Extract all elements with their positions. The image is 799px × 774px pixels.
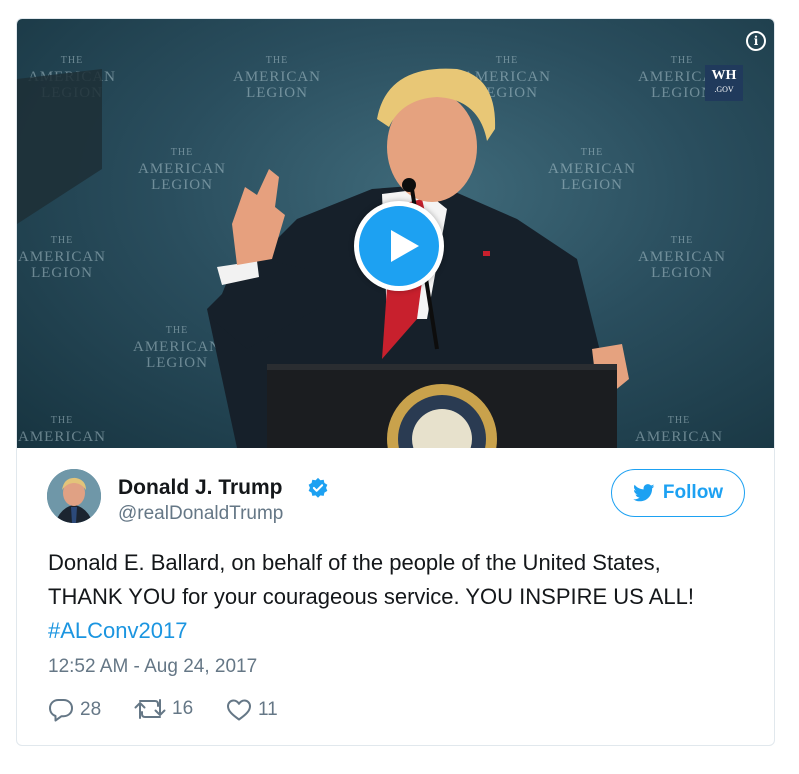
avatar[interactable] bbox=[47, 469, 101, 523]
follow-button[interactable]: Follow bbox=[611, 469, 745, 517]
retweet-button[interactable]: 16 bbox=[134, 698, 193, 720]
play-button[interactable] bbox=[354, 201, 444, 291]
author-handle[interactable]: @realDonaldTrump bbox=[118, 503, 283, 525]
tweet-timestamp[interactable]: 12:52 AM - Aug 24, 2017 bbox=[48, 656, 257, 678]
tweet-text-line: Donald E. Ballard, on behalf of the peop… bbox=[48, 550, 661, 575]
tweet-text-line: THANK YOU for your courageous service. Y… bbox=[48, 584, 694, 609]
follow-button-label: Follow bbox=[662, 482, 724, 503]
tweet-embed-card: THEAMERICANLEGION THEAMERICANLEGION THEA… bbox=[16, 18, 775, 746]
verified-badge-icon bbox=[308, 477, 328, 498]
heart-icon bbox=[227, 699, 251, 721]
video-thumbnail[interactable]: THEAMERICANLEGION THEAMERICANLEGION THEA… bbox=[17, 19, 774, 448]
retweet-count: 16 bbox=[172, 698, 194, 719]
retweet-icon bbox=[134, 699, 166, 719]
author-name[interactable]: Donald J. Trump bbox=[118, 476, 283, 500]
like-count: 11 bbox=[258, 699, 278, 720]
hashtag-link[interactable]: #ALConv2017 bbox=[48, 614, 758, 648]
info-icon[interactable]: i bbox=[746, 31, 766, 51]
wh-gov-logo: WH .GOV bbox=[705, 65, 743, 101]
like-button[interactable]: 11 bbox=[226, 698, 278, 722]
avatar-image bbox=[47, 469, 101, 523]
reply-count: 28 bbox=[80, 699, 102, 720]
twitter-bird-icon bbox=[633, 484, 655, 502]
reply-icon bbox=[49, 699, 73, 722]
play-icon bbox=[391, 230, 419, 262]
reply-button[interactable]: 28 bbox=[48, 698, 101, 722]
tweet-text: Donald E. Ballard, on behalf of the peop… bbox=[48, 546, 758, 648]
